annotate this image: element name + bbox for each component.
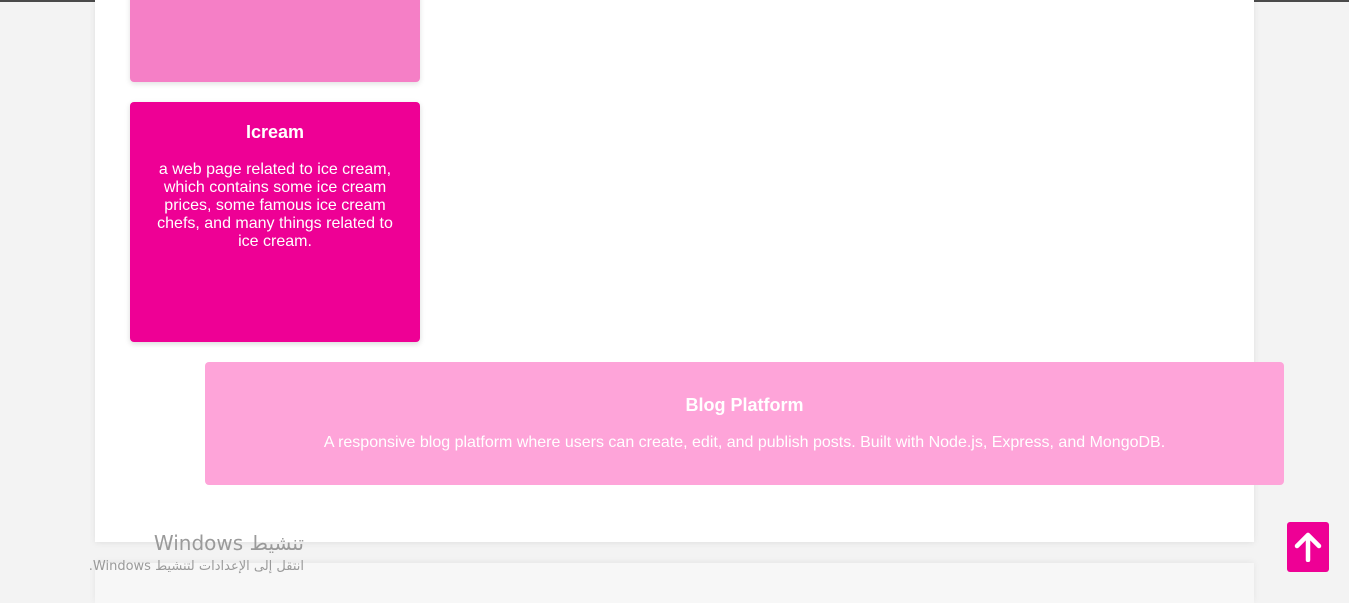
watermark-subtitle: انتقل إلى الإعدادات لتنشيط Windows. <box>88 559 304 574</box>
project-title: Icream <box>245 122 305 142</box>
project-description: a web page related to ice cream, which c… <box>157 161 393 250</box>
project-card-icream[interactable]: Icream a web page related to ice cream, … <box>130 102 420 342</box>
project-card[interactable] <box>130 0 420 82</box>
project-description: A responsive blog platform where users c… <box>323 434 1166 451</box>
windows-activation-watermark: تنشيط Windows انتقل إلى الإعدادات لتنشيط… <box>89 530 304 576</box>
scroll-to-top-button[interactable] <box>1287 522 1329 572</box>
watermark-title: تنشيط Windows <box>153 531 304 555</box>
project-title: Blog Platform <box>685 395 804 415</box>
project-card-blog-platform[interactable]: Blog Platform A responsive blog platform… <box>205 362 1284 485</box>
arrow-up-icon <box>1294 532 1322 562</box>
